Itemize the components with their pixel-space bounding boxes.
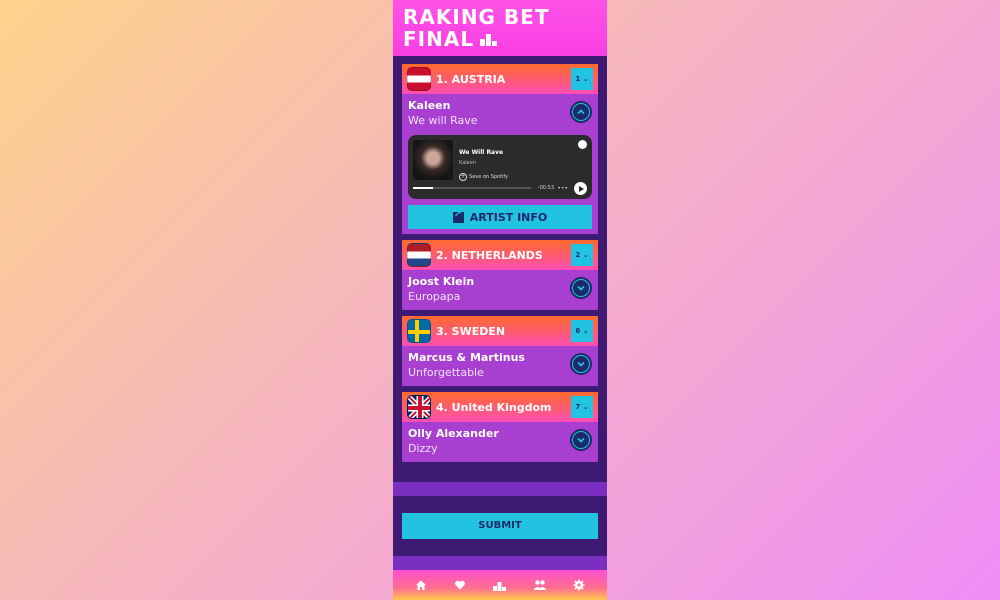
entry-artist: Olly Alexander: [408, 427, 499, 440]
entry-card: 2. NETHERLANDS 2 ⌄ Joost Klein Europapa: [402, 240, 598, 310]
entry-song: We will Rave: [408, 114, 478, 127]
entry-country: 3. SWEDEN: [436, 324, 506, 338]
app-window: RAKING BET FINAL 1. AUSTRIA 1 ⌄ Kaleen W…: [393, 0, 607, 600]
collapse-button[interactable]: [570, 101, 592, 123]
play-button[interactable]: [574, 182, 587, 195]
entry-country: 1. AUSTRIA: [436, 72, 506, 86]
rank-select[interactable]: 7 ⌄: [571, 396, 593, 418]
entry-header: 3. SWEDEN 6 ⌄: [402, 316, 598, 346]
player-track-artist: Kaleen: [459, 160, 476, 166]
podium-icon[interactable]: [491, 576, 509, 594]
ranking-list: 1. AUSTRIA 1 ⌄ Kaleen We will Rave We Wi…: [393, 56, 607, 468]
divider-band: [393, 555, 607, 571]
page-header: RAKING BET FINAL: [393, 0, 607, 56]
uk-flag-icon: [407, 395, 431, 419]
entry-header: 2. NETHERLANDS 2 ⌄: [402, 240, 598, 270]
album-cover: [413, 140, 453, 180]
submit-section: SUBMIT: [393, 495, 607, 556]
chevron-down-icon: [573, 356, 589, 372]
heart-icon[interactable]: [451, 576, 469, 594]
progress-bar[interactable]: [413, 187, 531, 189]
entry-song: Dizzy: [408, 442, 438, 455]
austria-flag-icon: [407, 67, 431, 91]
save-on-spotify-link[interactable]: + Save on Spotify: [459, 173, 508, 181]
gear-icon[interactable]: [570, 576, 588, 594]
entry-artist: Marcus & Martinus: [408, 351, 525, 364]
progress-fill: [413, 187, 434, 189]
entry-body: Marcus & Martinus Unforgettable: [402, 346, 598, 386]
sweden-flag-icon: [407, 319, 431, 343]
chevron-up-icon: [573, 104, 589, 120]
entry-card: 4. United Kingdom 7 ⌄ Olly Alexander Diz…: [402, 392, 598, 462]
plus-icon: +: [459, 173, 467, 181]
entry-country: 4. United Kingdom: [436, 400, 552, 414]
rank-select[interactable]: 1 ⌄: [571, 68, 593, 90]
expand-button[interactable]: [570, 353, 592, 375]
users-icon[interactable]: [531, 576, 549, 594]
rank-select[interactable]: 2 ⌄: [571, 244, 593, 266]
page-title-line2: FINAL: [403, 27, 475, 51]
external-link-icon: [452, 209, 464, 223]
rank-select-value: 6: [575, 327, 581, 335]
page-title-line1: RAKING BET: [403, 5, 550, 29]
entry-song: Unforgettable: [408, 366, 484, 379]
expand-button[interactable]: [570, 429, 592, 451]
page-title-row2: FINAL: [403, 28, 597, 50]
entry-card: 1. AUSTRIA 1 ⌄ Kaleen We will Rave We Wi…: [402, 64, 598, 234]
spotify-player: We Will Rave Kaleen + Save on Spotify -00…: [408, 135, 592, 199]
entry-artist: Kaleen: [408, 99, 451, 112]
artist-info-button[interactable]: ARTIST INFO: [408, 205, 592, 229]
entry-body: Olly Alexander Dizzy: [402, 422, 598, 462]
podium-icon: [480, 32, 498, 46]
rank-select-value: 1: [575, 75, 581, 83]
entry-country: 2. NETHERLANDS: [436, 248, 543, 262]
entry-body: Kaleen We will Rave We Will Rave Kaleen …: [402, 94, 598, 234]
bottom-nav: [393, 570, 607, 600]
player-time: -00:53: [537, 185, 554, 191]
save-label: Save on Spotify: [469, 174, 509, 180]
submit-button[interactable]: SUBMIT: [402, 512, 598, 539]
expand-button[interactable]: [570, 277, 592, 299]
entry-header: 4. United Kingdom 7 ⌄: [402, 392, 598, 422]
divider-band: [393, 482, 607, 496]
home-icon[interactable]: [412, 576, 430, 594]
netherlands-flag-icon: [407, 243, 431, 267]
entry-card: 3. SWEDEN 6 ⌄ Marcus & Martinus Unforget…: [402, 316, 598, 386]
rank-select-value: 7: [575, 403, 581, 411]
entry-song: Europapa: [408, 290, 461, 303]
entry-body: Joost Klein Europapa: [402, 270, 598, 310]
chevron-down-icon: [573, 280, 589, 296]
rank-select-value: 2: [575, 251, 581, 259]
rank-select[interactable]: 6 ⌄: [571, 320, 593, 342]
entry-header: 1. AUSTRIA 1 ⌄: [402, 64, 598, 94]
entry-artist: Joost Klein: [408, 275, 475, 288]
more-icon[interactable]: •••: [557, 185, 568, 192]
player-track-title: We Will Rave: [459, 149, 504, 156]
chevron-down-icon: [573, 432, 589, 448]
spotify-logo-icon: [578, 140, 587, 149]
artist-info-label: ARTIST INFO: [469, 210, 548, 224]
